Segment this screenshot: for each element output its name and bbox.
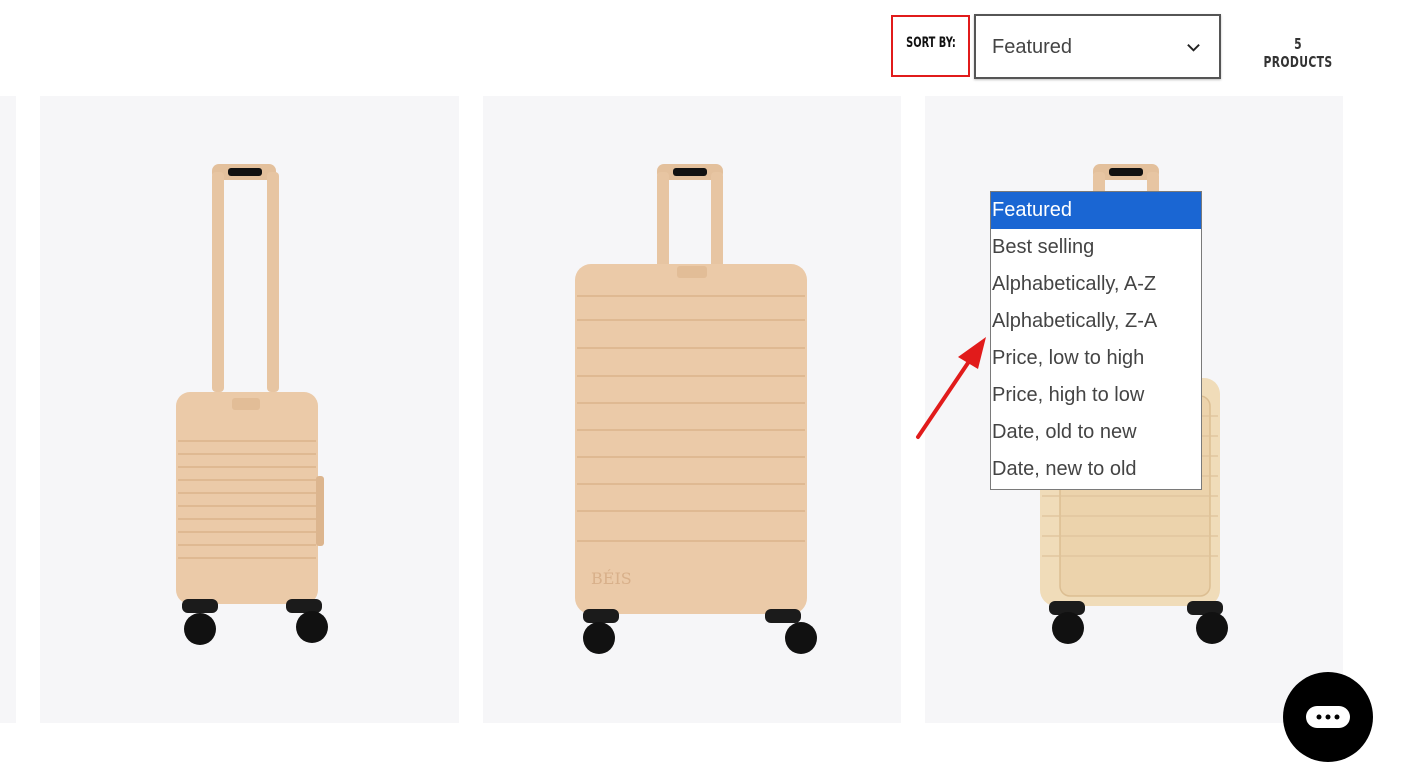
annotation-arrow-icon bbox=[916, 337, 986, 439]
sort-option-date-old-new[interactable]: Date, old to new bbox=[991, 414, 1201, 451]
sort-select[interactable]: Featured bbox=[974, 14, 1221, 79]
product-card-partial[interactable] bbox=[0, 96, 16, 723]
large-luggage-image: BÉIS bbox=[575, 164, 817, 654]
sort-option-price-high-low[interactable]: Price, high to low bbox=[991, 377, 1201, 414]
chevron-down-icon bbox=[1187, 44, 1200, 52]
sort-option-price-low-high[interactable]: Price, low to high bbox=[991, 340, 1201, 377]
sort-option-best-selling[interactable]: Best selling bbox=[991, 229, 1201, 266]
sort-options-dropdown[interactable]: Featured Best selling Alphabetically, A-… bbox=[990, 191, 1202, 490]
sort-by-label: SORT BY: bbox=[906, 35, 956, 51]
collection-toolbar: SORT BY: Featured 5 PRODUCTS bbox=[0, 0, 1406, 92]
product-count: 5 PRODUCTS bbox=[1263, 35, 1333, 71]
chat-bubble-icon bbox=[1306, 706, 1350, 728]
sort-option-featured[interactable]: Featured bbox=[991, 192, 1201, 229]
sort-option-alpha-az[interactable]: Alphabetically, A-Z bbox=[991, 266, 1201, 303]
sort-option-alpha-za[interactable]: Alphabetically, Z-A bbox=[991, 303, 1201, 340]
sort-option-date-new-old[interactable]: Date, new to old bbox=[991, 451, 1201, 488]
product-card[interactable]: BÉIS bbox=[483, 96, 901, 723]
product-card[interactable] bbox=[40, 96, 459, 723]
sort-select-value: Featured bbox=[992, 36, 1073, 58]
brand-logo: BÉIS bbox=[591, 568, 632, 588]
carry-on-luggage-image bbox=[176, 164, 328, 645]
